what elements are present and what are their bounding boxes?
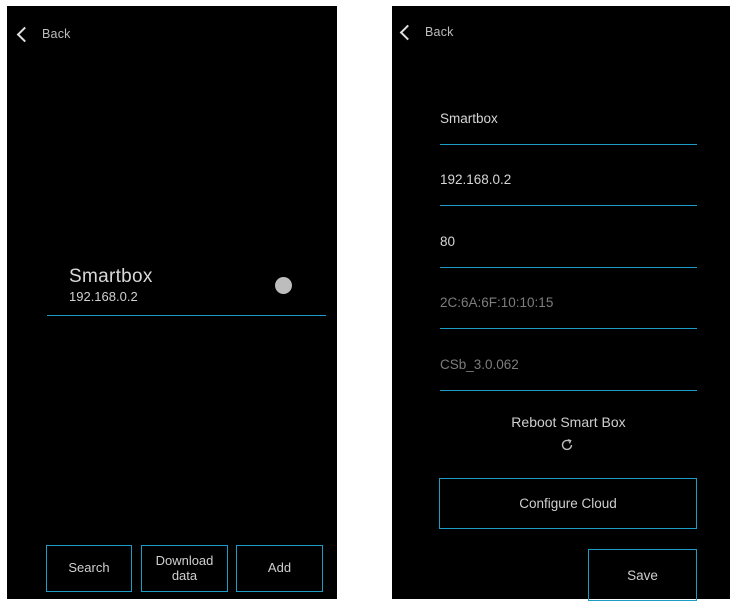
search-button[interactable]: Search [46, 545, 132, 592]
download-label-line1: Download [155, 553, 214, 569]
save-button[interactable]: Save [588, 549, 697, 601]
back-button[interactable]: Back [399, 24, 454, 40]
firmware-version-value: CSb_3.0.062 [440, 357, 519, 372]
chevron-left-icon [16, 26, 33, 42]
chevron-left-icon [399, 24, 416, 40]
back-label: Back [42, 27, 71, 41]
mac-address-field: 2C:6A:6F:10:10:15 [440, 290, 697, 329]
save-label: Save [627, 567, 658, 583]
back-label: Back [425, 25, 454, 39]
ip-address-field[interactable]: 192.168.0.2 [440, 167, 697, 206]
device-ip: 192.168.0.2 [69, 289, 138, 304]
add-button[interactable]: Add [236, 545, 323, 592]
device-name-value: Smartbox [440, 111, 498, 126]
search-button-label: Search [68, 560, 110, 576]
refresh-icon[interactable] [560, 438, 574, 452]
device-list-screen: Back Smartbox 192.168.0.2 Search Downloa… [7, 6, 337, 599]
configure-cloud-label: Configure Cloud [519, 496, 617, 511]
configure-cloud-button[interactable]: Configure Cloud [439, 478, 697, 529]
firmware-version-field: CSb_3.0.062 [440, 352, 697, 391]
device-settings-screen: Back Smartbox 192.168.0.2 80 2C:6A:6F:10… [392, 6, 730, 601]
port-value: 80 [440, 234, 456, 249]
download-label-line2: data [171, 567, 198, 583]
back-button[interactable]: Back [16, 26, 71, 42]
device-name-field[interactable]: Smartbox [440, 106, 697, 145]
status-dot [275, 277, 292, 294]
ip-address-value: 192.168.0.2 [440, 172, 512, 187]
device-name: Smartbox [69, 266, 153, 287]
add-button-label: Add [267, 560, 292, 576]
reboot-label: Reboot Smart Box [511, 414, 626, 430]
download-data-button-label: Download data [155, 553, 214, 583]
mac-address-value: 2C:6A:6F:10:10:15 [440, 295, 554, 310]
port-field[interactable]: 80 [440, 229, 697, 268]
download-data-button[interactable]: Download data [141, 545, 228, 592]
device-list-item[interactable]: Smartbox 192.168.0.2 [47, 266, 326, 316]
